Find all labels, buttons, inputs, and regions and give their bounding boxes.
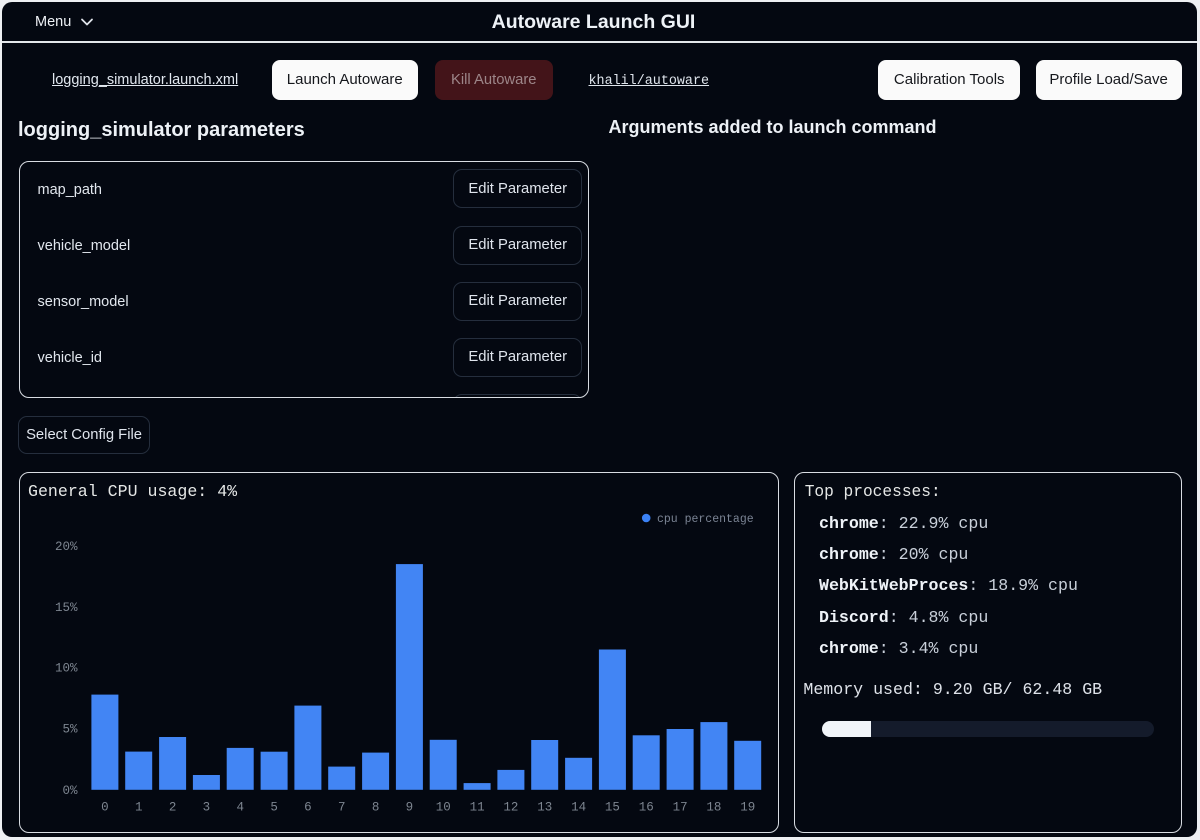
svg-text:4: 4 xyxy=(236,801,244,815)
svg-text:18: 18 xyxy=(706,801,721,815)
svg-text:0: 0 xyxy=(101,801,109,815)
svg-text:cpu percentage: cpu percentage xyxy=(657,513,754,526)
svg-text:13: 13 xyxy=(537,801,552,815)
svg-text:1: 1 xyxy=(135,801,143,815)
svg-text:9: 9 xyxy=(406,801,414,815)
svg-text:17: 17 xyxy=(673,801,688,815)
svg-text:0%: 0% xyxy=(62,784,78,798)
svg-text:19: 19 xyxy=(740,801,755,815)
svg-text:3: 3 xyxy=(203,801,211,815)
svg-text:14: 14 xyxy=(571,801,586,815)
svg-text:7: 7 xyxy=(338,801,346,815)
svg-text:15%: 15% xyxy=(55,601,78,615)
svg-text:12: 12 xyxy=(503,801,518,815)
svg-text:10: 10 xyxy=(436,801,451,815)
svg-text:20%: 20% xyxy=(55,540,78,554)
svg-text:6: 6 xyxy=(304,801,312,815)
svg-text:2: 2 xyxy=(169,801,177,815)
svg-text:8: 8 xyxy=(372,801,380,815)
svg-text:5%: 5% xyxy=(62,723,78,737)
svg-text:16: 16 xyxy=(639,801,654,815)
svg-text:11: 11 xyxy=(470,801,485,815)
svg-text:15: 15 xyxy=(605,801,620,815)
svg-text:5: 5 xyxy=(270,801,278,815)
svg-text:10%: 10% xyxy=(55,662,78,676)
